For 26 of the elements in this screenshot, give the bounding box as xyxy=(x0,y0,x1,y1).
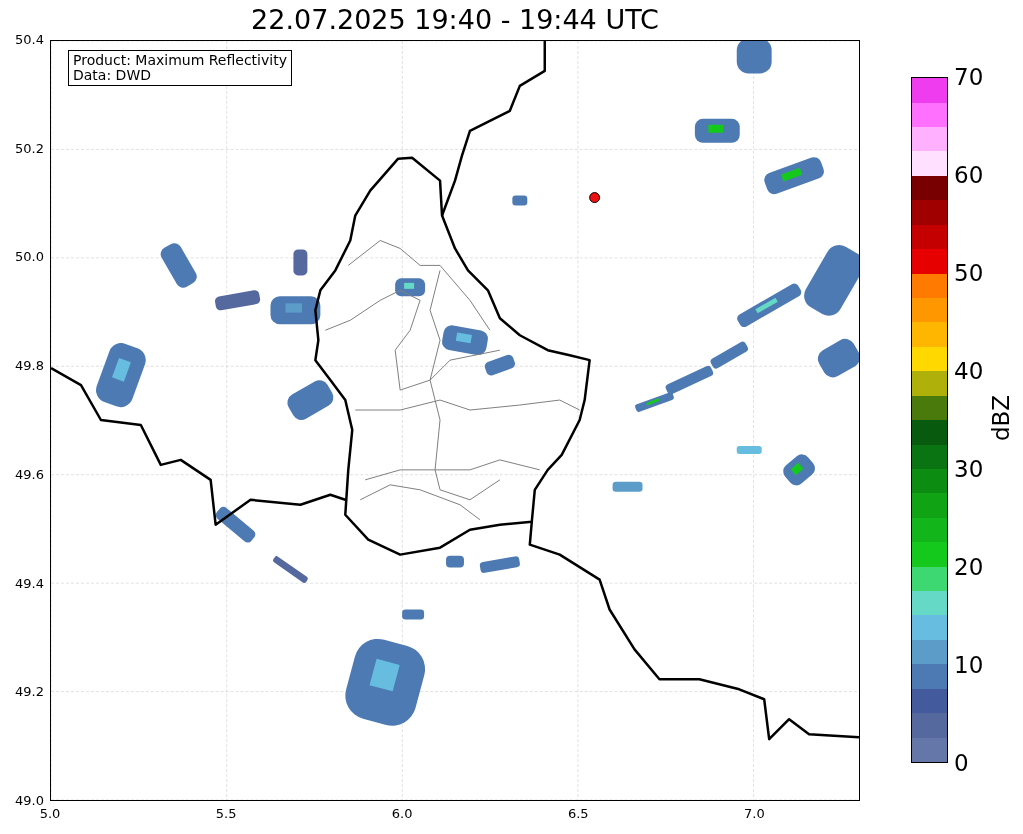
colorbar-tick-label: 40 xyxy=(954,358,984,384)
y-axis-tick-label: 49.8 xyxy=(14,358,44,375)
colorbar-tick-label: 70 xyxy=(954,64,984,90)
y-axis-tick-label: 50.0 xyxy=(14,249,44,266)
location-marker xyxy=(589,192,601,204)
colorbar-tick-label: 20 xyxy=(954,554,984,580)
y-axis-tick-label: 49.2 xyxy=(14,684,44,701)
x-axis-tick-label: 7.0 xyxy=(743,806,766,822)
y-axis-tick-label: 49.0 xyxy=(14,793,44,809)
y-axis-tick-label: 50.4 xyxy=(14,32,44,48)
colorbar-tick-label: 60 xyxy=(954,162,984,188)
x-axis-tick-label: 6.5 xyxy=(566,806,590,822)
legend-text: Product: Maximum Reflectivity xyxy=(73,53,287,68)
colorbar-tick-label: 50 xyxy=(954,260,984,286)
x-axis-tick-label: 5.0 xyxy=(38,806,62,822)
colorbar-tick-label: 10 xyxy=(954,652,984,678)
y-axis-tick-label: 49.6 xyxy=(14,466,44,483)
legend-text: Data: DWD xyxy=(73,68,152,83)
y-axis-tick-label: 49.4 xyxy=(14,575,44,592)
y-axis-tick-label: 50.2 xyxy=(14,140,44,157)
colorbar-tick-label: 0 xyxy=(954,750,969,776)
x-axis-tick-label: 6.0 xyxy=(390,806,414,822)
colorbar-tick-label: 30 xyxy=(954,456,984,482)
x-axis-tick-label: 5.5 xyxy=(214,806,238,822)
colorbar-label: dBZ xyxy=(988,393,1014,443)
chart-title: 22.07.2025 19:40 - 19:44 UTC xyxy=(250,3,660,37)
